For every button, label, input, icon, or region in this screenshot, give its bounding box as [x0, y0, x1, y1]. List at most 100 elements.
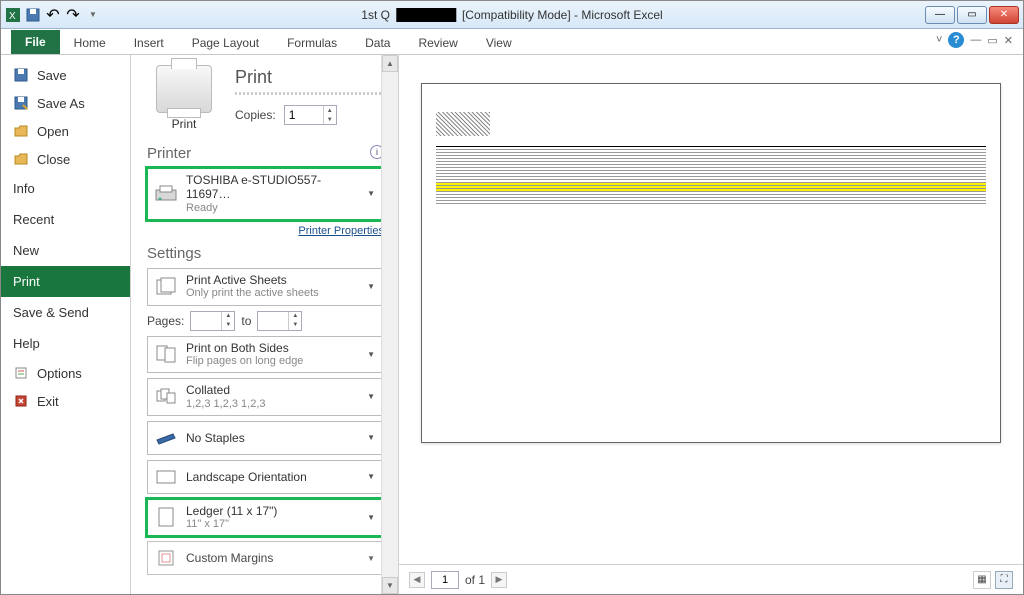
page-of-label: of 1 [465, 573, 485, 587]
preview-page [421, 83, 1001, 443]
tab-data[interactable]: Data [351, 32, 404, 54]
collate-selector[interactable]: Collated1,2,3 1,2,3 1,2,3 ▼ [147, 378, 384, 416]
maximize-button[interactable]: ▭ [957, 6, 987, 24]
excel-icon: X [5, 7, 21, 23]
orientation-selector[interactable]: Landscape Orientation ▼ [147, 460, 384, 494]
mdi-minimize-icon[interactable]: — [970, 34, 981, 46]
nav-recent[interactable]: Recent [1, 204, 130, 235]
staples-selector[interactable]: No Staples ▼ [147, 421, 384, 455]
dropdown-icon: ▼ [365, 433, 377, 442]
printer-icon [156, 65, 212, 113]
help-icon[interactable]: ? [948, 32, 964, 48]
nav-save-as[interactable]: Save As [1, 89, 130, 117]
dropdown-icon: ▼ [365, 189, 377, 198]
show-margins-icon[interactable]: ▦ [973, 571, 991, 589]
dropdown-icon: ▼ [365, 350, 377, 359]
nav-open[interactable]: Open [1, 117, 130, 145]
scroll-up-icon[interactable]: ▲ [382, 55, 398, 72]
nav-print[interactable]: Print [1, 266, 130, 297]
minimize-button[interactable]: — [925, 6, 955, 24]
tab-view[interactable]: View [472, 32, 526, 54]
close-folder-icon [13, 151, 29, 167]
svg-text:X: X [9, 11, 16, 22]
save-as-icon [13, 95, 29, 111]
settings-section-label: Settings [147, 245, 384, 262]
dropdown-icon: ▼ [365, 392, 377, 401]
window-controls: — ▭ ✕ [923, 6, 1019, 24]
copies-down[interactable]: ▼ [324, 115, 336, 124]
open-icon [13, 123, 29, 139]
duplex-selector[interactable]: Print on Both SidesFlip pages on long ed… [147, 336, 384, 374]
mdi-restore-icon[interactable]: ▭ [987, 34, 997, 47]
tab-page-layout[interactable]: Page Layout [178, 32, 273, 54]
nav-options[interactable]: Options [1, 359, 130, 387]
pages-label: Pages: [147, 314, 184, 328]
printer-properties-link[interactable]: Printer Properties [298, 225, 384, 237]
redo-icon[interactable]: ↷ [65, 7, 81, 23]
page-number-input[interactable] [431, 571, 459, 589]
copies-input[interactable] [285, 108, 323, 122]
mdi-close-icon[interactable]: ✕ [1004, 34, 1013, 47]
quick-access-toolbar: X ↶ ↷ ▼ [5, 7, 101, 23]
dropdown-icon: ▼ [365, 554, 377, 563]
zoom-to-page-icon[interactable]: ⛶ [995, 571, 1013, 589]
pages-from-spinner[interactable]: ▲▼ [190, 311, 235, 331]
ribbon-tabs: File Home Insert Page Layout Formulas Da… [1, 29, 1023, 55]
save-icon [13, 67, 29, 83]
landscape-icon [154, 465, 178, 489]
options-icon [13, 365, 29, 381]
printer-section-label: Printer i [147, 145, 384, 162]
print-button[interactable]: Print [147, 65, 221, 131]
settings-scrollbar[interactable]: ▲ ▼ [381, 55, 398, 594]
paper-icon [154, 505, 178, 529]
dropdown-icon: ▼ [365, 513, 377, 522]
tab-formulas[interactable]: Formulas [273, 32, 351, 54]
printer-selector[interactable]: TOSHIBA e-STUDIO557-11697… Ready ▼ [147, 168, 384, 220]
print-what-selector[interactable]: Print Active SheetsOnly print the active… [147, 268, 384, 306]
collate-icon [154, 385, 178, 409]
pages-to-label: to [241, 314, 251, 328]
tab-insert[interactable]: Insert [120, 32, 178, 54]
pages-from-input[interactable] [191, 314, 221, 328]
nav-save-send[interactable]: Save & Send [1, 297, 130, 328]
pages-to-spinner[interactable]: ▲▼ [257, 311, 302, 331]
preview-footer: ◀ of 1 ▶ ▦ ⛶ [399, 564, 1023, 594]
dropdown-icon: ▼ [365, 282, 377, 291]
window-title: 1st Q [Compatibility Mode] - Microsoft E… [361, 8, 662, 22]
nav-close[interactable]: Close [1, 145, 130, 173]
close-button[interactable]: ✕ [989, 6, 1019, 24]
nav-save[interactable]: Save [1, 61, 130, 89]
page-prev-button[interactable]: ◀ [409, 572, 425, 588]
qat-dropdown-icon[interactable]: ▼ [85, 7, 101, 23]
tab-review[interactable]: Review [404, 32, 471, 54]
copies-up[interactable]: ▲ [324, 106, 336, 115]
printer-device-icon [154, 182, 178, 206]
scroll-down-icon[interactable]: ▼ [382, 577, 398, 594]
nav-info[interactable]: Info [1, 173, 130, 204]
file-tab[interactable]: File [11, 30, 60, 54]
duplex-icon [154, 342, 178, 366]
backstage-view: Save Save As Open Close Info Recent New … [1, 55, 1023, 594]
nav-exit[interactable]: Exit [1, 387, 130, 415]
stapler-icon [154, 426, 178, 450]
print-settings-panel: Print Print Copies: ▲▼ Printer i [131, 55, 399, 594]
sheets-icon [154, 275, 178, 299]
margins-selector[interactable]: Custom Margins ▼ [147, 541, 384, 575]
paper-size-selector[interactable]: Ledger (11 x 17")11" x 17" ▼ [147, 499, 384, 537]
nav-new[interactable]: New [1, 235, 130, 266]
print-preview-panel: ◀ of 1 ▶ ▦ ⛶ [399, 55, 1023, 594]
copies-spinner[interactable]: ▲▼ [284, 105, 337, 125]
page-next-button[interactable]: ▶ [491, 572, 507, 588]
copies-label: Copies: [235, 108, 276, 122]
redacted-title [396, 8, 456, 22]
nav-help[interactable]: Help [1, 328, 130, 359]
ribbon-minimize-icon[interactable]: ˅ [936, 34, 942, 46]
margins-icon [154, 546, 178, 570]
backstage-nav: Save Save As Open Close Info Recent New … [1, 55, 131, 594]
undo-icon[interactable]: ↶ [45, 7, 61, 23]
dropdown-icon: ▼ [365, 472, 377, 481]
excel-window: X ↶ ↷ ▼ 1st Q [Compatibility Mode] - Mic… [0, 0, 1024, 595]
pages-to-input[interactable] [258, 314, 288, 328]
tab-home[interactable]: Home [60, 32, 120, 54]
save-icon[interactable] [25, 7, 41, 23]
